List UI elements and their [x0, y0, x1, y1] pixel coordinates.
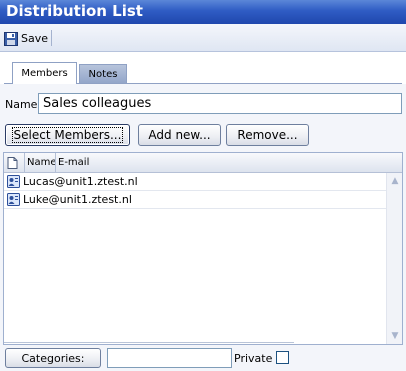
save-label: Save: [21, 32, 49, 45]
private-checkbox[interactable]: [276, 351, 289, 364]
list-header: Name E-mail: [4, 153, 402, 173]
categories-button[interactable]: Categories:: [5, 348, 101, 368]
scroll-down-icon[interactable]: ▼: [389, 330, 401, 342]
list-item[interactable]: Lucas@unit1.ztest.nl: [4, 173, 386, 191]
categories-input[interactable]: [107, 348, 232, 368]
horizontal-divider: [4, 342, 294, 343]
add-new-button[interactable]: Add new...: [138, 124, 221, 146]
floppy-disk-icon: [4, 31, 18, 46]
member-list[interactable]: Name E-mail Lucas@unit1.ztest.nl Luke@un…: [3, 152, 403, 345]
toolbar: Save: [0, 24, 406, 52]
private-label: Private: [234, 352, 273, 365]
name-label: Name:: [5, 98, 42, 111]
add-new-label: Add new...: [148, 128, 211, 142]
select-members-label: Select Members...: [11, 127, 124, 143]
title-bar: Distribution List: [0, 0, 406, 24]
vertical-scrollbar[interactable]: ▲ ▼: [386, 173, 402, 344]
contact-card-icon: [7, 193, 20, 206]
list-item-text: Luke@unit1.ztest.nl: [23, 193, 132, 206]
tab-members[interactable]: Members: [12, 62, 77, 84]
column-header-name[interactable]: Name: [24, 153, 57, 172]
contact-card-icon: [7, 175, 20, 188]
categories-label: Categories:: [21, 351, 85, 365]
window-title: Distribution List: [6, 2, 143, 20]
select-members-button[interactable]: Select Members...: [5, 124, 130, 146]
name-input[interactable]: [38, 93, 402, 114]
list-item[interactable]: Luke@unit1.ztest.nl: [4, 191, 386, 209]
toolbar-separator: [51, 30, 52, 46]
save-button[interactable]: Save: [4, 30, 48, 47]
column-header-email[interactable]: E-mail: [55, 153, 89, 172]
remove-button[interactable]: Remove...: [226, 124, 309, 146]
remove-label: Remove...: [237, 128, 298, 142]
list-item-text: Lucas@unit1.ztest.nl: [23, 175, 138, 188]
scroll-up-icon[interactable]: ▲: [389, 175, 401, 187]
document-icon: [7, 157, 18, 169]
tab-notes[interactable]: Notes: [79, 64, 127, 83]
